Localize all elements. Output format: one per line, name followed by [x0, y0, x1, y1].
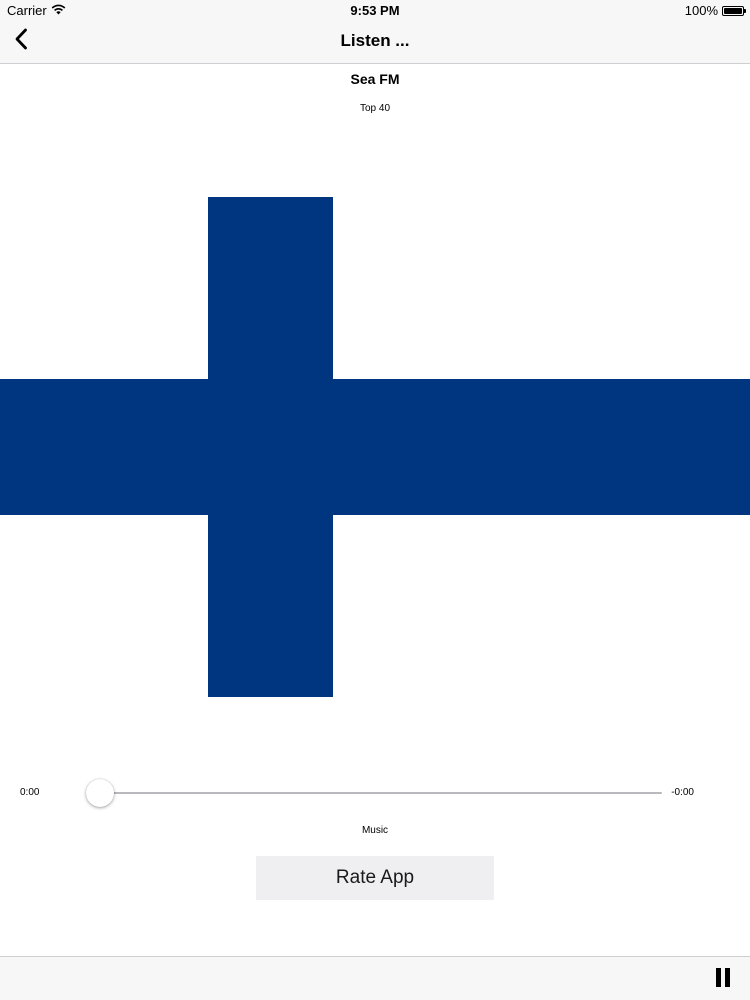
bottom-toolbar	[0, 956, 750, 1000]
pause-button[interactable]	[712, 968, 734, 992]
pause-icon	[715, 968, 731, 992]
progress-slider-thumb[interactable]	[86, 779, 114, 807]
status-right: 100%	[684, 3, 746, 18]
time-elapsed: 0:00	[20, 787, 40, 798]
rate-app-button[interactable]: Rate App	[256, 856, 494, 900]
station-genre: Top 40	[359, 103, 391, 114]
station-name: Sea FM	[350, 71, 400, 87]
battery-tip	[744, 8, 746, 13]
progress-slider-track[interactable]	[100, 792, 662, 794]
navigation-bar: Listen ...	[0, 20, 750, 64]
battery-icon	[722, 5, 746, 16]
time-remaining: -0:00	[671, 787, 694, 798]
page-title: Listen ...	[340, 31, 410, 50]
flag-cross-horizontal	[0, 379, 750, 515]
track-label: Music	[361, 825, 389, 836]
status-time: 9:53 PM	[350, 3, 400, 18]
status-bar: Carrier 9:53 PM 100%	[0, 0, 750, 20]
battery-percent: 100%	[684, 3, 718, 18]
station-artwork-finland-flag	[0, 122, 750, 772]
battery-fill	[724, 7, 742, 14]
screen: Carrier 9:53 PM 100% Listen ... Sea FM T…	[0, 0, 750, 1000]
